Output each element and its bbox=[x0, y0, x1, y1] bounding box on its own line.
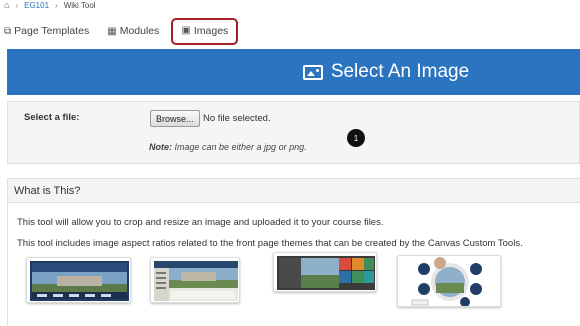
file-select-label: Select a file: bbox=[24, 112, 80, 123]
what-is-this-panel: What is This? This tool will allow you t… bbox=[7, 178, 580, 326]
tab-label: Modules bbox=[119, 25, 160, 37]
note-prefix: Note: bbox=[149, 142, 172, 152]
select-image-header: Select An Image bbox=[7, 49, 580, 95]
file-status: No file selected. bbox=[203, 113, 271, 124]
breadcrumb-current: Wiki Tool bbox=[63, 0, 96, 10]
header-title: Select An Image bbox=[330, 61, 470, 82]
breadcrumb: ⌂ › EG101 › Wiki Tool bbox=[4, 0, 96, 10]
tab-images[interactable]: ▣ Images bbox=[171, 17, 239, 45]
image-icon: ▣ bbox=[181, 25, 191, 36]
note-text: Image can be either a jpg or png. bbox=[172, 142, 307, 152]
breadcrumb-course-link[interactable]: EG101 bbox=[24, 1, 49, 10]
modules-icon: ▦ bbox=[107, 25, 117, 37]
page-templates-icon: ⧉ bbox=[4, 25, 12, 37]
tool-tabs: ⧉ Page Templates ▦ Modules ▣ Images bbox=[0, 14, 580, 48]
theme-thumbnail-4 bbox=[397, 255, 501, 307]
theme-thumbnail-3 bbox=[273, 252, 377, 292]
home-icon[interactable]: ⌂ bbox=[4, 0, 9, 10]
chevron-right-icon: › bbox=[15, 0, 19, 10]
image-icon bbox=[302, 64, 323, 80]
file-select-panel: Select a file: Browse... No file selecte… bbox=[7, 101, 580, 164]
browse-button[interactable]: Browse... bbox=[150, 110, 200, 127]
file-note: Note: Image can be either a jpg or png. bbox=[149, 142, 307, 152]
theme-thumbnail-1 bbox=[26, 257, 131, 303]
theme-thumbnail-2 bbox=[150, 257, 240, 303]
tab-modules[interactable]: ▦ Modules bbox=[107, 25, 159, 37]
info-line-2: This tool includes image aspect ratios r… bbox=[17, 238, 523, 249]
info-line-1: This tool will allow you to crop and res… bbox=[17, 217, 384, 228]
step-callout-badge: 1 bbox=[347, 129, 365, 147]
chevron-right-icon: › bbox=[55, 0, 58, 10]
tab-label: Page Templates bbox=[14, 25, 90, 37]
tab-page-templates[interactable]: ⧉ Page Templates bbox=[4, 25, 89, 37]
panel-heading: What is This? bbox=[8, 179, 580, 203]
tab-label: Images bbox=[193, 24, 229, 37]
